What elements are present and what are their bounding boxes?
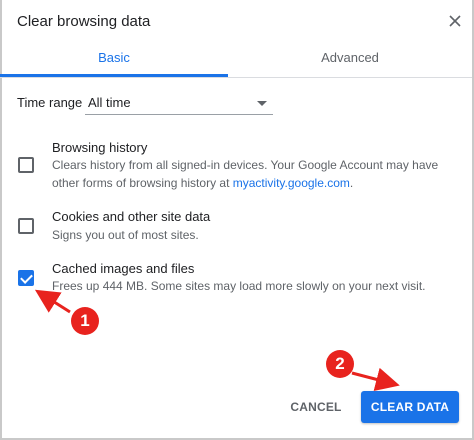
close-icon[interactable] bbox=[446, 12, 464, 30]
clear-data-button[interactable]: CLEAR DATA bbox=[361, 391, 459, 423]
browsing-history-desc-line2: other forms of browsing history at myact… bbox=[52, 174, 353, 192]
annotation-arrow-1 bbox=[34, 289, 71, 314]
myactivity-link[interactable]: myactivity.google.com bbox=[233, 176, 350, 190]
tab-basic[interactable]: Basic bbox=[0, 50, 228, 76]
annotation-arrow-2 bbox=[351, 367, 400, 392]
tab-divider bbox=[0, 77, 472, 78]
browsing-history-desc-line1: Clears history from all signed-in device… bbox=[52, 158, 439, 172]
annotation-marker-2: 2 bbox=[326, 350, 354, 378]
time-range-select[interactable]: All time bbox=[85, 90, 273, 116]
time-range-label: Time range bbox=[17, 95, 83, 110]
checkmark-icon bbox=[20, 271, 33, 284]
cookies-desc: Signs you out of most sites. bbox=[52, 228, 199, 242]
cookies-checkbox[interactable] bbox=[18, 218, 34, 234]
select-underline bbox=[85, 114, 273, 115]
dialog-title: Clear browsing data bbox=[17, 13, 151, 30]
browsing-history-desc-prefix: other forms of browsing history at bbox=[52, 176, 233, 190]
browsing-history-title: Browsing history bbox=[52, 140, 148, 155]
chevron-down-icon bbox=[257, 101, 267, 106]
cached-images-checkbox[interactable] bbox=[18, 270, 34, 286]
tab-advanced[interactable]: Advanced bbox=[228, 50, 472, 76]
cookies-title: Cookies and other site data bbox=[52, 209, 211, 224]
annotation-marker-1: 1 bbox=[71, 307, 99, 335]
time-range-value: All time bbox=[88, 95, 131, 110]
cached-images-desc: Frees up 444 MB. Some sites may load mor… bbox=[52, 279, 426, 293]
browsing-history-desc-suffix: . bbox=[349, 176, 354, 190]
browsing-history-checkbox[interactable] bbox=[18, 157, 34, 173]
cancel-button[interactable]: CANCEL bbox=[278, 391, 354, 423]
cached-images-title: Cached images and files bbox=[52, 261, 195, 276]
